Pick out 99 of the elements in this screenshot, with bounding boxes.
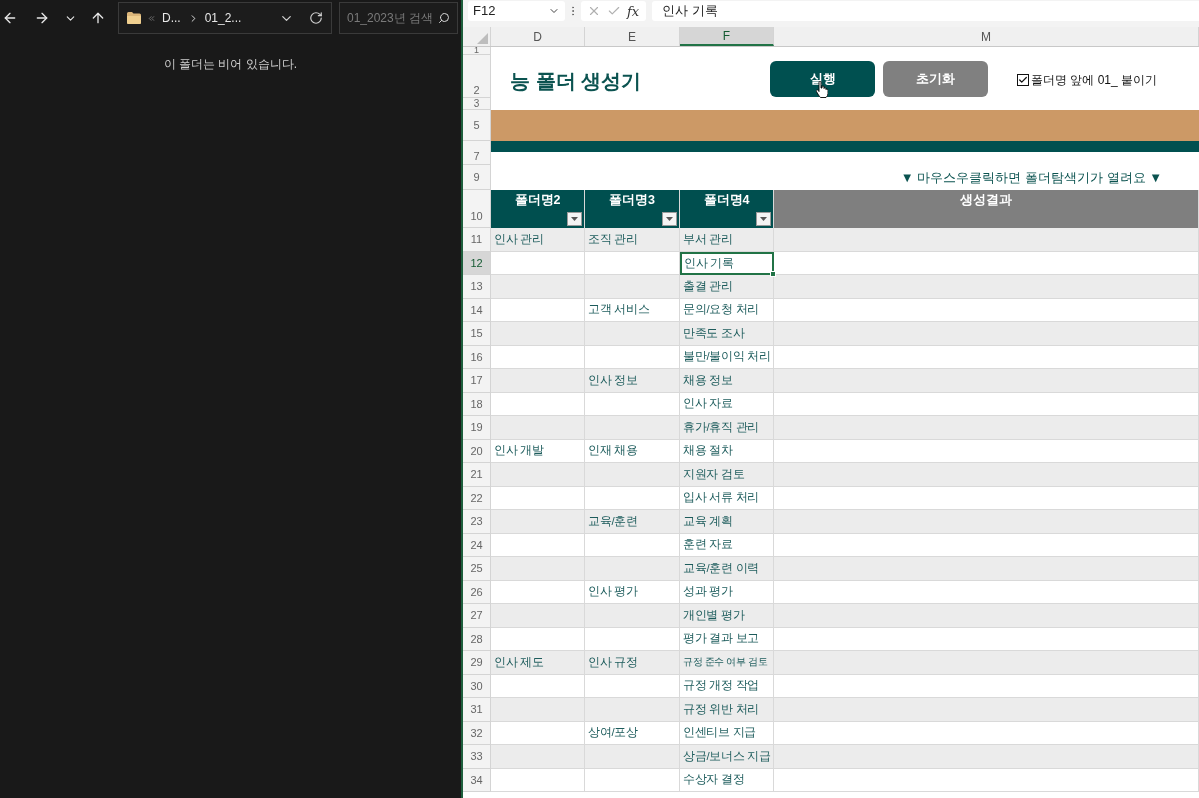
- table-cell: 인재 채용: [585, 439, 680, 463]
- row-number[interactable]: 13: [463, 275, 491, 299]
- table-cell: 평가 결과 보고: [680, 627, 774, 651]
- row-number[interactable]: 2: [463, 55, 491, 98]
- table-cell: 규정 위반 처리: [680, 698, 774, 722]
- search-icon: [438, 12, 450, 24]
- arrow-right-icon: [34, 10, 50, 26]
- row-number[interactable]: 7: [463, 141, 491, 165]
- row-number[interactable]: 32: [463, 721, 491, 745]
- row-number[interactable]: 29: [463, 651, 491, 675]
- name-box[interactable]: F12: [468, 1, 565, 21]
- header-cell: 폴더명4: [680, 190, 774, 228]
- table-cell: 인사 규정: [585, 651, 680, 675]
- hint-text: ▼ 마우스우클릭하면 폴더탐색기가 열려요 ▼: [900, 168, 1162, 187]
- table-cell: 인사 자료: [680, 392, 774, 416]
- row-number[interactable]: 22: [463, 486, 491, 510]
- table-cell: 문의/요청 처리: [680, 298, 774, 322]
- table-cell: 상여/포상: [585, 721, 680, 745]
- table-cell: 채용 정보: [680, 369, 774, 393]
- header-cell: 폴더명3: [585, 190, 680, 228]
- row-number[interactable]: 33: [463, 745, 491, 769]
- row-number[interactable]: 25: [463, 557, 491, 581]
- table-cell: 입사 서류 처리: [680, 486, 774, 510]
- check-icon: [1018, 75, 1028, 85]
- table-cell: 교육/훈련 이력: [680, 557, 774, 581]
- table-cell: 인사 개발: [491, 439, 585, 463]
- refresh-icon[interactable]: [309, 11, 323, 25]
- breadcrumb[interactable]: 01_2...: [204, 9, 242, 27]
- fill-handle-icon[interactable]: [770, 271, 776, 277]
- sheet-title: 능 폴더 생성기: [510, 69, 643, 94]
- row-number[interactable]: 34: [463, 768, 491, 792]
- row-number[interactable]: 1: [463, 47, 491, 55]
- table-cell: 교육/훈련: [585, 510, 680, 534]
- breadcrumb[interactable]: D...: [162, 9, 181, 27]
- row-number[interactable]: 27: [463, 604, 491, 628]
- table-cell: 만족도 조사: [680, 322, 774, 346]
- search-field[interactable]: 01_2023년 검색: [339, 2, 458, 34]
- folder-icon: [127, 12, 141, 24]
- table-cell: 규정 개정 작업: [680, 674, 774, 698]
- row-number[interactable]: 10: [463, 190, 491, 228]
- row-number[interactable]: 18: [463, 392, 491, 416]
- table-cell: 인사 정보: [585, 369, 680, 393]
- table-cell: 개인별 평가: [680, 604, 774, 628]
- table-cell: 인사 관리: [491, 228, 585, 252]
- selected-cell[interactable]: 인사 기록: [680, 251, 774, 275]
- row-number[interactable]: 17: [463, 369, 491, 393]
- row-number[interactable]: 19: [463, 416, 491, 440]
- filter-button[interactable]: [567, 212, 582, 226]
- checkbox[interactable]: [1017, 74, 1029, 86]
- row-number[interactable]: 23: [463, 510, 491, 534]
- table-cell: 인센티브 지급: [680, 721, 774, 745]
- row-number[interactable]: 12: [463, 251, 491, 275]
- table-cell: 부서 관리: [680, 228, 774, 252]
- table-cell: 인사 제도: [491, 651, 585, 675]
- column-header[interactable]: F: [680, 27, 774, 46]
- header-cell: 폴더명2: [491, 190, 585, 228]
- row-number[interactable]: 26: [463, 580, 491, 604]
- table-cell: 조직 관리: [585, 228, 680, 252]
- row-number[interactable]: 3: [463, 98, 491, 110]
- row-number[interactable]: 9: [463, 165, 491, 190]
- table-cell: 휴가/휴직 관리: [680, 416, 774, 440]
- row-number[interactable]: 5: [463, 110, 491, 141]
- table-cell: 성과 평가: [680, 580, 774, 604]
- row-number[interactable]: 28: [463, 627, 491, 651]
- table-cell: 교육 계획: [680, 510, 774, 534]
- row-number[interactable]: 31: [463, 698, 491, 722]
- filter-button[interactable]: [662, 212, 677, 226]
- table-cell: 인사 평가: [585, 580, 680, 604]
- table-cell: 지원자 검토: [680, 463, 774, 487]
- double-chevron-left-icon: [147, 13, 156, 23]
- caret-down-icon: [760, 217, 767, 221]
- table-cell: 수상자 결정: [680, 768, 774, 792]
- row-number[interactable]: 30: [463, 674, 491, 698]
- filter-button[interactable]: [756, 212, 771, 226]
- row-number[interactable]: 14: [463, 298, 491, 322]
- header-cell: 생성결과: [774, 190, 1199, 228]
- table-cell: 고객 서비스: [585, 298, 680, 322]
- table-cell: 채용 절차: [680, 439, 774, 463]
- table-cell: 불만/불이익 처리: [680, 345, 774, 369]
- row-number[interactable]: 21: [463, 463, 491, 487]
- action-button[interactable]: 실행: [770, 61, 875, 97]
- table-cell: 상금/보너스 지급: [680, 745, 774, 769]
- insert-function-button[interactable]: fx: [627, 4, 640, 18]
- row-number[interactable]: 16: [463, 345, 491, 369]
- table-cell: 출결 관리: [680, 275, 774, 299]
- row-number[interactable]: 15: [463, 322, 491, 346]
- table-cell: 규정 준수 여부 검토: [680, 651, 774, 675]
- formula-input[interactable]: 인사 기록: [652, 1, 1199, 21]
- checkbox-label[interactable]: 폴더명 앞에 01_ 붙이기: [1031, 71, 1158, 89]
- check-icon[interactable]: [607, 4, 621, 18]
- row-number[interactable]: 24: [463, 533, 491, 557]
- row-number[interactable]: 11: [463, 228, 491, 252]
- address-bar[interactable]: D... 01_2...: [118, 2, 332, 34]
- action-button[interactable]: 초기화: [883, 61, 988, 97]
- caret-down-icon: [571, 217, 578, 221]
- row-number[interactable]: 20: [463, 439, 491, 463]
- caret-down-icon: [666, 217, 673, 221]
- table-cell: 훈련 자료: [680, 533, 774, 557]
- empty-folder-message: 이 폴더는 비어 있습니다.: [163, 56, 298, 73]
